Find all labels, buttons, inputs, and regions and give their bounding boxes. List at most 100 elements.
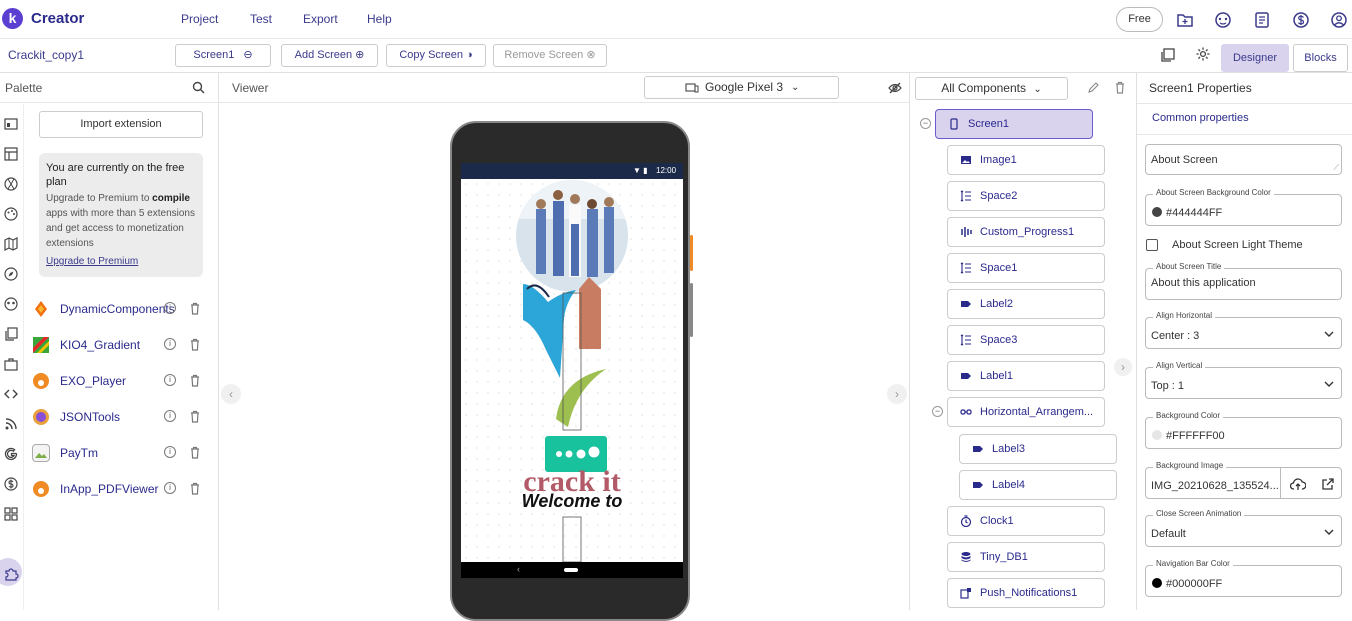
map-icon[interactable] bbox=[3, 236, 19, 252]
screen-select[interactable]: Screen1 ⊖ bbox=[175, 44, 271, 67]
search-icon[interactable] bbox=[192, 81, 205, 94]
extension-item[interactable]: KIO4_Gradient i bbox=[32, 336, 212, 356]
trash-icon[interactable] bbox=[189, 338, 201, 351]
tree-node-space1[interactable]: Space1 bbox=[947, 253, 1105, 283]
media-icon[interactable] bbox=[3, 176, 19, 192]
progress-icon bbox=[960, 226, 972, 238]
copy-screen-button[interactable]: Copy Screen ◑ bbox=[386, 44, 486, 67]
chevron-right-icon[interactable]: › bbox=[1114, 358, 1132, 376]
device-select[interactable]: Google Pixel 3 ⌄ bbox=[644, 76, 839, 99]
info-icon[interactable]: i bbox=[164, 338, 176, 350]
info-icon[interactable]: i bbox=[164, 482, 176, 494]
align-vertical-select[interactable]: Align Vertical Top : 1 bbox=[1145, 361, 1342, 399]
sensor-icon[interactable] bbox=[3, 296, 19, 312]
copy-icon[interactable] bbox=[3, 326, 19, 342]
trash-icon[interactable] bbox=[189, 302, 201, 315]
trash-icon[interactable] bbox=[189, 374, 201, 387]
trash-icon[interactable] bbox=[189, 410, 201, 423]
upgrade-link[interactable]: Upgrade to Premium bbox=[46, 256, 138, 267]
tree-node-tiny-db1[interactable]: Tiny_DB1 bbox=[947, 542, 1105, 572]
menu-project[interactable]: Project bbox=[181, 12, 218, 26]
tree-node-push-notifications1[interactable]: Push_Notifications1 bbox=[947, 578, 1105, 608]
tree-node-label2[interactable]: Label2 bbox=[947, 289, 1105, 319]
welcome-label[interactable]: Welcome to bbox=[522, 491, 623, 511]
docs-icon[interactable] bbox=[1253, 11, 1271, 29]
code-icon[interactable] bbox=[3, 386, 19, 402]
tree-node-label1[interactable]: Label1 bbox=[947, 361, 1105, 391]
project-name: Crackit_copy1 bbox=[8, 48, 85, 62]
navigation-bar-color-field[interactable]: Navigation Bar Color #000000FF bbox=[1145, 559, 1342, 597]
trash-icon[interactable] bbox=[1114, 81, 1126, 94]
briefcase-icon[interactable] bbox=[3, 356, 19, 372]
remove-screen-button[interactable]: Remove Screen ⊗ bbox=[493, 44, 607, 67]
extension-item[interactable]: PayTm i bbox=[32, 444, 212, 464]
trash-icon[interactable] bbox=[189, 482, 201, 495]
dollar-circle-icon[interactable] bbox=[3, 476, 19, 492]
tree-node-custom-progress1[interactable]: Custom_Progress1 bbox=[947, 217, 1105, 247]
puzzle-icon[interactable] bbox=[3, 566, 19, 582]
tree-node-screen1[interactable]: Screen1 bbox=[935, 109, 1093, 139]
folder-icon[interactable] bbox=[1176, 11, 1194, 29]
extension-item[interactable]: JSONTools i bbox=[32, 408, 212, 428]
extension-item[interactable]: InApp_PDFViewer i bbox=[32, 480, 212, 500]
about-bg-color-label: About Screen Background Color bbox=[1153, 188, 1274, 197]
menu-export[interactable]: Export bbox=[303, 12, 338, 26]
info-icon[interactable]: i bbox=[164, 374, 176, 386]
common-properties-tab[interactable]: Common properties bbox=[1152, 112, 1249, 124]
gear-icon[interactable] bbox=[1195, 46, 1211, 62]
compass-icon[interactable] bbox=[3, 266, 19, 282]
light-theme-checkbox[interactable] bbox=[1146, 239, 1158, 251]
extension-item[interactable]: EXO_Player i bbox=[32, 372, 212, 392]
google-icon[interactable] bbox=[3, 446, 19, 462]
background-color-field[interactable]: Background Color #FFFFFF00 bbox=[1145, 411, 1342, 449]
tree-node-label: Image1 bbox=[980, 154, 1017, 166]
collapse-icon[interactable]: − bbox=[932, 406, 943, 417]
eye-off-icon[interactable] bbox=[888, 81, 902, 95]
blocks-tab[interactable]: Blocks bbox=[1293, 44, 1348, 72]
grid-icon[interactable] bbox=[3, 506, 19, 522]
about-screen-textarea[interactable]: About Screen ⟋ bbox=[1145, 144, 1342, 175]
open-external-icon[interactable] bbox=[1321, 477, 1335, 491]
table-icon[interactable] bbox=[3, 146, 19, 162]
about-title-field[interactable]: About Screen Title About this applicatio… bbox=[1145, 262, 1342, 300]
collapse-icon[interactable]: − bbox=[920, 118, 931, 129]
tree-node-image1[interactable]: Image1 bbox=[947, 145, 1105, 175]
about-bg-color-field[interactable]: About Screen Background Color #444444FF bbox=[1145, 188, 1342, 226]
chevron-right-icon[interactable]: › bbox=[887, 384, 907, 404]
info-icon[interactable]: i bbox=[164, 446, 176, 458]
components-filter-select[interactable]: All Components ⌄ bbox=[915, 77, 1068, 100]
layout-icon[interactable] bbox=[3, 116, 19, 132]
info-icon[interactable]: i bbox=[164, 302, 176, 314]
background-image-field[interactable]: Background Image IMG_20210628_135524... bbox=[1145, 461, 1342, 499]
extension-item[interactable]: DynamicComponents i bbox=[32, 300, 212, 320]
align-horizontal-select[interactable]: Align Horizontal Center : 3 bbox=[1145, 311, 1342, 349]
tree-node-label: Label2 bbox=[980, 298, 1014, 310]
close-animation-select[interactable]: Close Screen Animation Default bbox=[1145, 509, 1342, 547]
add-screen-button[interactable]: Add Screen ⊕ bbox=[281, 44, 378, 67]
dollar-icon[interactable] bbox=[1292, 11, 1310, 29]
palette-icon[interactable] bbox=[3, 206, 19, 222]
preview-icon[interactable] bbox=[1160, 47, 1176, 63]
import-extension-button[interactable]: Import extension bbox=[39, 111, 203, 138]
edit-icon[interactable] bbox=[1087, 82, 1099, 94]
plan-badge[interactable]: Free bbox=[1116, 7, 1163, 32]
extension-name: EXO_Player bbox=[60, 374, 127, 388]
chevron-left-icon[interactable]: ‹ bbox=[221, 384, 241, 404]
rss-icon[interactable] bbox=[3, 416, 19, 432]
upgrade-promo-card: You are currently on the free plan Upgra… bbox=[39, 153, 203, 277]
app-logo[interactable]: k bbox=[2, 8, 23, 29]
tree-node-space2[interactable]: Space2 bbox=[947, 181, 1105, 211]
upload-cloud-icon[interactable] bbox=[1290, 477, 1306, 491]
palette-icon[interactable] bbox=[1214, 11, 1232, 29]
menu-test[interactable]: Test bbox=[250, 12, 272, 26]
info-icon[interactable]: i bbox=[164, 410, 176, 422]
account-icon[interactable] bbox=[1330, 11, 1348, 29]
menu-help[interactable]: Help bbox=[367, 12, 392, 26]
tree-node-horizontal-arrangement[interactable]: Horizontal_Arrangem... bbox=[947, 397, 1105, 427]
tree-node-space3[interactable]: Space3 bbox=[947, 325, 1105, 355]
trash-icon[interactable] bbox=[189, 446, 201, 459]
tree-node-label3[interactable]: Label3 bbox=[959, 434, 1117, 464]
designer-tab[interactable]: Designer bbox=[1221, 44, 1289, 72]
tree-node-clock1[interactable]: Clock1 bbox=[947, 506, 1105, 536]
tree-node-label4[interactable]: Label4 bbox=[959, 470, 1117, 500]
